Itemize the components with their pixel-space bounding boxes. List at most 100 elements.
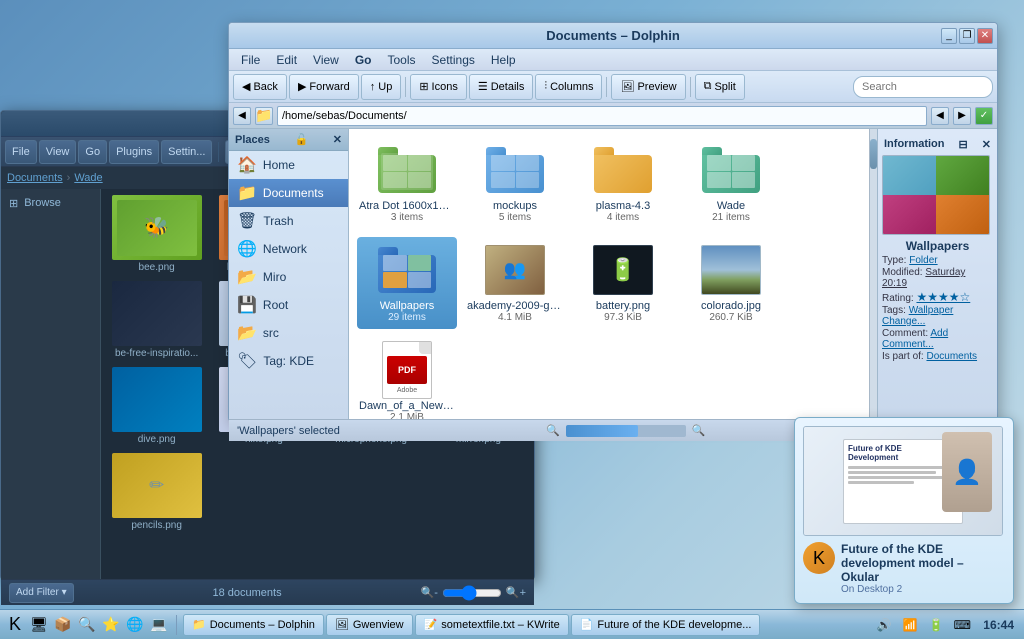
add-comment-link[interactable]: Add Comment... xyxy=(882,328,948,350)
split-button[interactable]: ⧉ Split xyxy=(695,74,745,100)
gw-toolbar-btn-plugins[interactable]: Plugins xyxy=(109,140,159,164)
taskbar-start-icon[interactable]: K xyxy=(4,614,26,636)
list-item[interactable]: 🐝 bee.png xyxy=(105,193,208,275)
file-icon-wallpapers xyxy=(375,243,439,297)
menu-help[interactable]: Help xyxy=(483,49,524,71)
list-item[interactable]: 🔋 battery.png 97.3 KiB xyxy=(573,237,673,329)
columns-button[interactable]: ⫶ Columns xyxy=(535,74,602,100)
systray-icon-1[interactable]: 🔊 xyxy=(873,614,895,636)
sidebar-item-tag-kde[interactable]: 🏷 Tag: KDE xyxy=(229,347,348,375)
menu-settings[interactable]: Settings xyxy=(424,49,483,71)
up-button[interactable]: ↑ Up xyxy=(361,74,402,100)
systray-icon-2[interactable]: 📶 xyxy=(899,614,921,636)
home-folder-icon[interactable]: 📁 xyxy=(255,107,273,125)
kde-logo-icon: K xyxy=(813,548,825,569)
thumb-label: pencils.png xyxy=(131,520,182,531)
zoom-out-icon[interactable]: 🔍 xyxy=(546,424,560,437)
taskbar-icon-5[interactable]: 🌐 xyxy=(124,614,146,636)
menu-file[interactable]: File xyxy=(233,49,268,71)
list-item[interactable]: dive.png xyxy=(105,365,208,447)
preview-button[interactable]: 🖼 Preview xyxy=(611,74,685,100)
info-tags-value: Wallpaper xyxy=(909,305,954,316)
scrollbar-thumb[interactable] xyxy=(870,139,877,169)
sidebar-item-label: Documents xyxy=(263,186,324,200)
sidebar-item-home[interactable]: 🏠 Home xyxy=(229,151,348,179)
sidebar-item-root[interactable]: 💾 Root xyxy=(229,291,348,319)
search-input[interactable] xyxy=(853,76,993,98)
location-confirm-btn[interactable]: ✓ xyxy=(975,107,993,125)
list-item[interactable]: 👥 akademy-2009-group-photo.jpg 4.1 MiB xyxy=(465,237,565,329)
up-arrow-icon: ↑ xyxy=(370,81,376,93)
zoom-bar[interactable] xyxy=(566,425,686,437)
location-nav-left[interactable]: ◀ xyxy=(931,107,949,125)
preview-label: Preview xyxy=(637,81,676,93)
list-item[interactable]: colorado.jpg 260.7 KiB xyxy=(681,237,781,329)
icons-button[interactable]: ⊞ Icons xyxy=(410,74,467,100)
taskbar-icon-4[interactable]: ⭐ xyxy=(100,614,122,636)
menu-view[interactable]: View xyxy=(305,49,347,71)
menu-tools[interactable]: Tools xyxy=(380,49,424,71)
dolphin-minimize-btn[interactable]: _ xyxy=(941,28,957,44)
menu-go[interactable]: Go xyxy=(347,49,380,71)
taskbar-btn-dolphin[interactable]: 📁 Documents – Dolphin xyxy=(183,614,324,636)
sidebar-item-miro[interactable]: 📂 Miro xyxy=(229,263,348,291)
taskbar-icon-2[interactable]: 📦 xyxy=(52,614,74,636)
toolbar-separator-3 xyxy=(690,77,691,97)
list-item[interactable]: PDF Adobe Dawn_of_a_New_Desktop.pdf 2.1 … xyxy=(357,337,457,419)
breadcrumb-wade[interactable]: Wade xyxy=(74,172,102,184)
zoom-in-icon[interactable]: 🔍 xyxy=(692,424,706,437)
gw-toolbar-btn-view[interactable]: View xyxy=(39,140,77,164)
zoom-in-icon[interactable]: 🔍+ xyxy=(506,586,526,599)
columns-view-icon: ⫶ xyxy=(544,80,547,93)
sidebar-item-trash[interactable]: 🗑 Trash xyxy=(229,207,348,235)
list-item[interactable]: mockups 5 items xyxy=(465,137,565,229)
sidebar-header: Places 🔓 ✕ xyxy=(229,129,348,151)
add-filter-button[interactable]: Add Filter ▾ xyxy=(9,583,74,603)
taskbar-btn-okular[interactable]: 📄 Future of the KDE developme... xyxy=(571,614,761,636)
taskbar-btn-gwenview[interactable]: 🖼 Gwenview xyxy=(326,614,413,636)
sidebar-close-icon[interactable]: ✕ xyxy=(333,133,342,146)
dolphin-restore-btn[interactable]: ❐ xyxy=(959,28,975,44)
person-image: 👤 xyxy=(942,432,992,512)
zoom-slider[interactable] xyxy=(442,585,502,601)
list-item[interactable]: Wallpapers 29 items xyxy=(357,237,457,329)
taskbar-btn-kwrite[interactable]: 📝 sometextfile.txt – KWrite xyxy=(415,614,569,636)
breadcrumb-documents[interactable]: Documents xyxy=(7,172,63,184)
menu-edit[interactable]: Edit xyxy=(268,49,305,71)
list-item[interactable]: Atra Dot 1600x1200.jpg.tar.gz_[31731] 3 … xyxy=(357,137,457,229)
list-item[interactable]: ✏ pencils.png xyxy=(105,451,208,533)
files-scrollbar[interactable] xyxy=(869,129,877,419)
info-close-icon[interactable]: ✕ xyxy=(982,138,991,151)
list-item[interactable]: Wade 21 items xyxy=(681,137,781,229)
location-back-btn[interactable]: ◀ xyxy=(233,107,251,125)
list-item[interactable]: be-free-inspiratio... xyxy=(105,279,208,361)
taskbar-icon-6[interactable]: 💻 xyxy=(148,614,170,636)
info-detach-icon[interactable]: ⊟ xyxy=(959,138,968,151)
file-meta: 4.1 MiB xyxy=(498,312,532,323)
forward-button[interactable]: ▶ Forward xyxy=(289,74,359,100)
zoom-out-icon[interactable]: 🔍- xyxy=(421,586,438,599)
back-button[interactable]: ◀ Back xyxy=(233,74,287,100)
preview-cell-2 xyxy=(883,195,936,234)
location-nav-right[interactable]: ▶ xyxy=(953,107,971,125)
taskbar-icon-3[interactable]: 🔍 xyxy=(76,614,98,636)
sidebar-item-network[interactable]: 🌐 Network xyxy=(229,235,348,263)
sidebar-item-src[interactable]: 📂 src xyxy=(229,319,348,347)
dolphin-close-btn[interactable]: ✕ xyxy=(977,28,993,44)
gw-toolbar-btn-file[interactable]: File xyxy=(5,140,37,164)
gw-toolbar-btn-settings[interactable]: Settin... xyxy=(161,140,212,164)
taskbar-icon-1[interactable]: 🖥 xyxy=(28,614,50,636)
sidebar-item-documents[interactable]: 📁 Documents xyxy=(229,179,348,207)
gw-toolbar-btn-go[interactable]: Go xyxy=(78,140,107,164)
sidebar-lock-icon[interactable]: 🔓 xyxy=(294,133,308,146)
list-item[interactable]: plasma-4.3 4 items xyxy=(573,137,673,229)
gw-sidebar-item-browse[interactable]: ⊞ Browse xyxy=(1,189,100,217)
parent-folder-link[interactable]: Documents xyxy=(926,351,977,362)
change-link[interactable]: Change... xyxy=(882,316,925,327)
systray-icon-4[interactable]: ⌨ xyxy=(951,614,973,636)
location-input[interactable] xyxy=(277,106,927,126)
notification-body: K Future of the KDE development model – … xyxy=(803,542,1005,595)
systray-icon-3[interactable]: 🔋 xyxy=(925,614,947,636)
info-selected-name: Wallpapers xyxy=(882,239,993,253)
details-button[interactable]: ☰ Details xyxy=(469,74,534,100)
